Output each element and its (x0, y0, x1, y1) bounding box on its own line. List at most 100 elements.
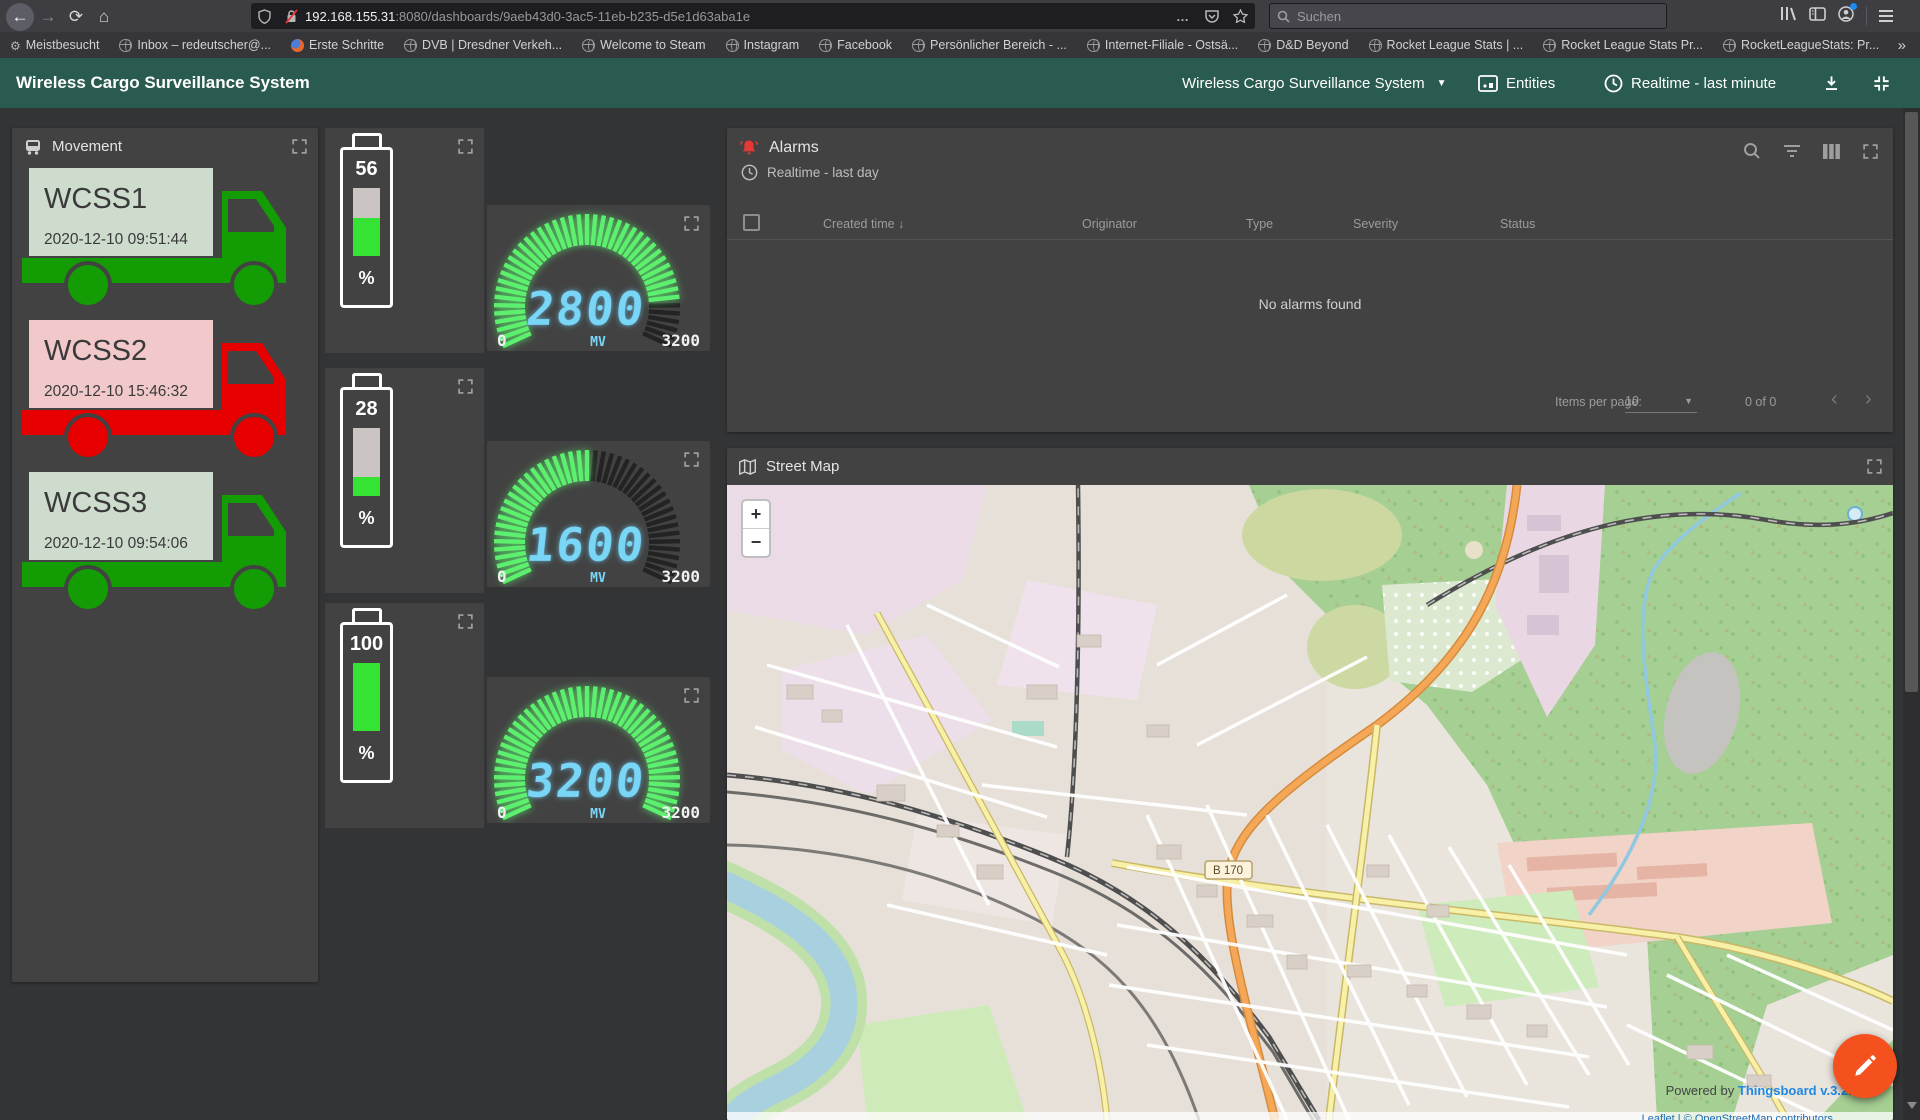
bookmark-item[interactable]: DVB | Dresdner Verkeh... (404, 38, 562, 52)
bookmark-item[interactable]: Welcome to Steam (582, 38, 705, 52)
column-status[interactable]: Status (1500, 217, 1535, 231)
globe-icon (1369, 39, 1382, 52)
scrollbar-down-arrow[interactable] (1907, 1102, 1917, 1109)
globe-icon (1087, 39, 1100, 52)
fullscreen-icon[interactable] (1862, 143, 1879, 165)
dashboard-state-select[interactable]: Wireless Cargo Surveillance System▼ (1182, 58, 1446, 108)
forward-button[interactable]: → (34, 3, 62, 31)
gauge-max: 3200 (661, 567, 700, 586)
gauge-max: 3200 (661, 331, 700, 350)
vehicle-timestamp: 2020-12-10 09:51:44 (44, 231, 188, 248)
pocket-icon[interactable] (1205, 10, 1219, 23)
fullscreen-icon[interactable] (291, 138, 308, 155)
globe-icon (119, 39, 132, 52)
vehicle-timestamp: 2020-12-10 15:46:32 (44, 383, 188, 400)
account-icon[interactable] (1838, 6, 1854, 27)
bookmark-label: Inbox – redeutscher@... (137, 38, 271, 52)
map-image: B 170 (727, 485, 1893, 1120)
gauge-unit: MV (590, 571, 606, 586)
edit-dashboard-fab[interactable] (1833, 1034, 1897, 1098)
column-severity[interactable]: Severity (1353, 217, 1398, 231)
bookmark-label: Rocket League Stats | ... (1387, 38, 1524, 52)
alarms-filter-icon[interactable] (1783, 144, 1801, 163)
voltage-gauge-widget: 3200MV03200 (487, 677, 710, 823)
vehicle-card[interactable]: WCSS32020-12-10 09:54:06 (22, 472, 314, 614)
home-button[interactable]: ⌂ (90, 3, 118, 31)
bookmark-item[interactable]: Instagram (726, 38, 800, 52)
items-per-page-select[interactable]: 10▼ (1625, 394, 1697, 413)
column-type[interactable]: Type (1246, 217, 1273, 231)
library-icon[interactable] (1780, 6, 1797, 26)
page-actions-icon[interactable]: … (1176, 9, 1191, 24)
voltage-gauge-widget: 1600MV03200 (487, 441, 710, 587)
bookmarks-overflow-chevron[interactable]: » (1898, 32, 1906, 58)
firefox-icon (291, 39, 304, 52)
select-all-checkbox[interactable] (743, 214, 760, 231)
map-widget-title: Street Map (727, 448, 1893, 479)
insecure-lock-icon[interactable] (285, 9, 298, 24)
fullscreen-icon[interactable] (683, 451, 700, 468)
bookmark-item[interactable]: Erste Schritte (291, 38, 384, 52)
url-bar[interactable]: 192.168.155.31:8080/dashboards/9aeb43d0-… (251, 3, 1255, 29)
gauge-dial: 2800MV03200 (487, 205, 710, 351)
dashboard-header: Wireless Cargo Surveillance System Wirel… (0, 58, 1920, 108)
map-canvas[interactable]: B 170 + − Powered by Thingsboard v.3.2.0… (727, 485, 1893, 1120)
gauge-dial: 3200MV03200 (487, 677, 710, 823)
vehicle-card[interactable]: WCSS12020-12-10 09:51:44 (22, 168, 314, 310)
fullscreen-icon[interactable] (457, 613, 474, 630)
fullscreen-icon[interactable] (683, 687, 700, 704)
alarms-timewindow[interactable]: Realtime - last day (741, 164, 1893, 181)
exit-fullscreen-button[interactable] (1872, 58, 1891, 108)
battery-fill-bar (353, 477, 380, 496)
globe-icon (404, 39, 417, 52)
fullscreen-icon[interactable] (683, 215, 700, 232)
menu-icon[interactable] (1879, 10, 1893, 22)
sidebar-icon[interactable] (1809, 7, 1826, 26)
globe-icon (582, 39, 595, 52)
bookmark-item[interactable]: RocketLeagueStats: Pr... (1723, 38, 1879, 52)
zoom-in-button[interactable]: + (743, 501, 769, 528)
fullscreen-icon[interactable] (457, 138, 474, 155)
battery-fill-bar (353, 218, 380, 256)
bookmark-item[interactable]: Rocket League Stats | ... (1369, 38, 1524, 52)
reload-button[interactable]: ⟳ (62, 3, 90, 31)
zoom-out-button[interactable]: − (743, 529, 769, 556)
movement-widget-title: Movement (12, 128, 318, 159)
bookmark-item[interactable]: ⚙Meistbesucht (10, 38, 99, 52)
prev-page-button[interactable]: ‹ (1831, 388, 1838, 411)
bookmark-item[interactable]: Rocket League Stats Pr... (1543, 38, 1703, 52)
export-button[interactable] (1822, 58, 1841, 108)
battery-empty-bar (353, 188, 380, 218)
battery-level-widget: 100% (325, 603, 484, 828)
globe-icon (819, 39, 832, 52)
bookmark-item[interactable]: Internet-Filiale - Ostsä... (1087, 38, 1238, 52)
entities-icon (1478, 75, 1498, 92)
alarms-columns-icon[interactable] (1823, 144, 1840, 164)
back-button[interactable]: ← (6, 3, 34, 31)
bookmark-star-icon[interactable] (1233, 9, 1248, 23)
column-originator[interactable]: Originator (1082, 217, 1137, 231)
vehicle-card[interactable]: WCSS22020-12-10 15:46:32 (22, 320, 314, 462)
bookmark-item[interactable]: Facebook (819, 38, 892, 52)
entities-button[interactable]: Entities (1478, 58, 1555, 108)
alarms-search-icon[interactable] (1743, 142, 1761, 165)
timewindow-button[interactable]: Realtime - last minute (1604, 58, 1776, 108)
column-created-time[interactable]: Created time ↓ (823, 217, 904, 231)
scrollbar-thumb[interactable] (1905, 112, 1918, 692)
bookmark-item[interactable]: Persönlicher Bereich - ... (912, 38, 1067, 52)
fullscreen-icon[interactable] (457, 378, 474, 395)
battery-unit: % (343, 268, 390, 289)
gauge-min: 0 (497, 331, 507, 350)
bookmark-label: Erste Schritte (309, 38, 384, 52)
bookmark-item[interactable]: Inbox – redeutscher@... (119, 38, 271, 52)
search-bar[interactable]: Suchen (1269, 3, 1667, 29)
bookmark-label: Internet-Filiale - Ostsä... (1105, 38, 1238, 52)
vehicle-timestamp: 2020-12-10 09:54:06 (44, 535, 188, 552)
shield-icon[interactable] (258, 9, 271, 24)
bookmark-item[interactable]: D&D Beyond (1258, 38, 1348, 52)
alarms-pagination: Items per page: 10▼ 0 of 0 ‹ › (727, 386, 1893, 420)
osm-attribution: Leaflet | © OpenStreetMap contributors (727, 1112, 1893, 1120)
gauge-value: 2800 (524, 282, 648, 336)
next-page-button[interactable]: › (1865, 388, 1872, 411)
fullscreen-icon[interactable] (1866, 458, 1883, 475)
